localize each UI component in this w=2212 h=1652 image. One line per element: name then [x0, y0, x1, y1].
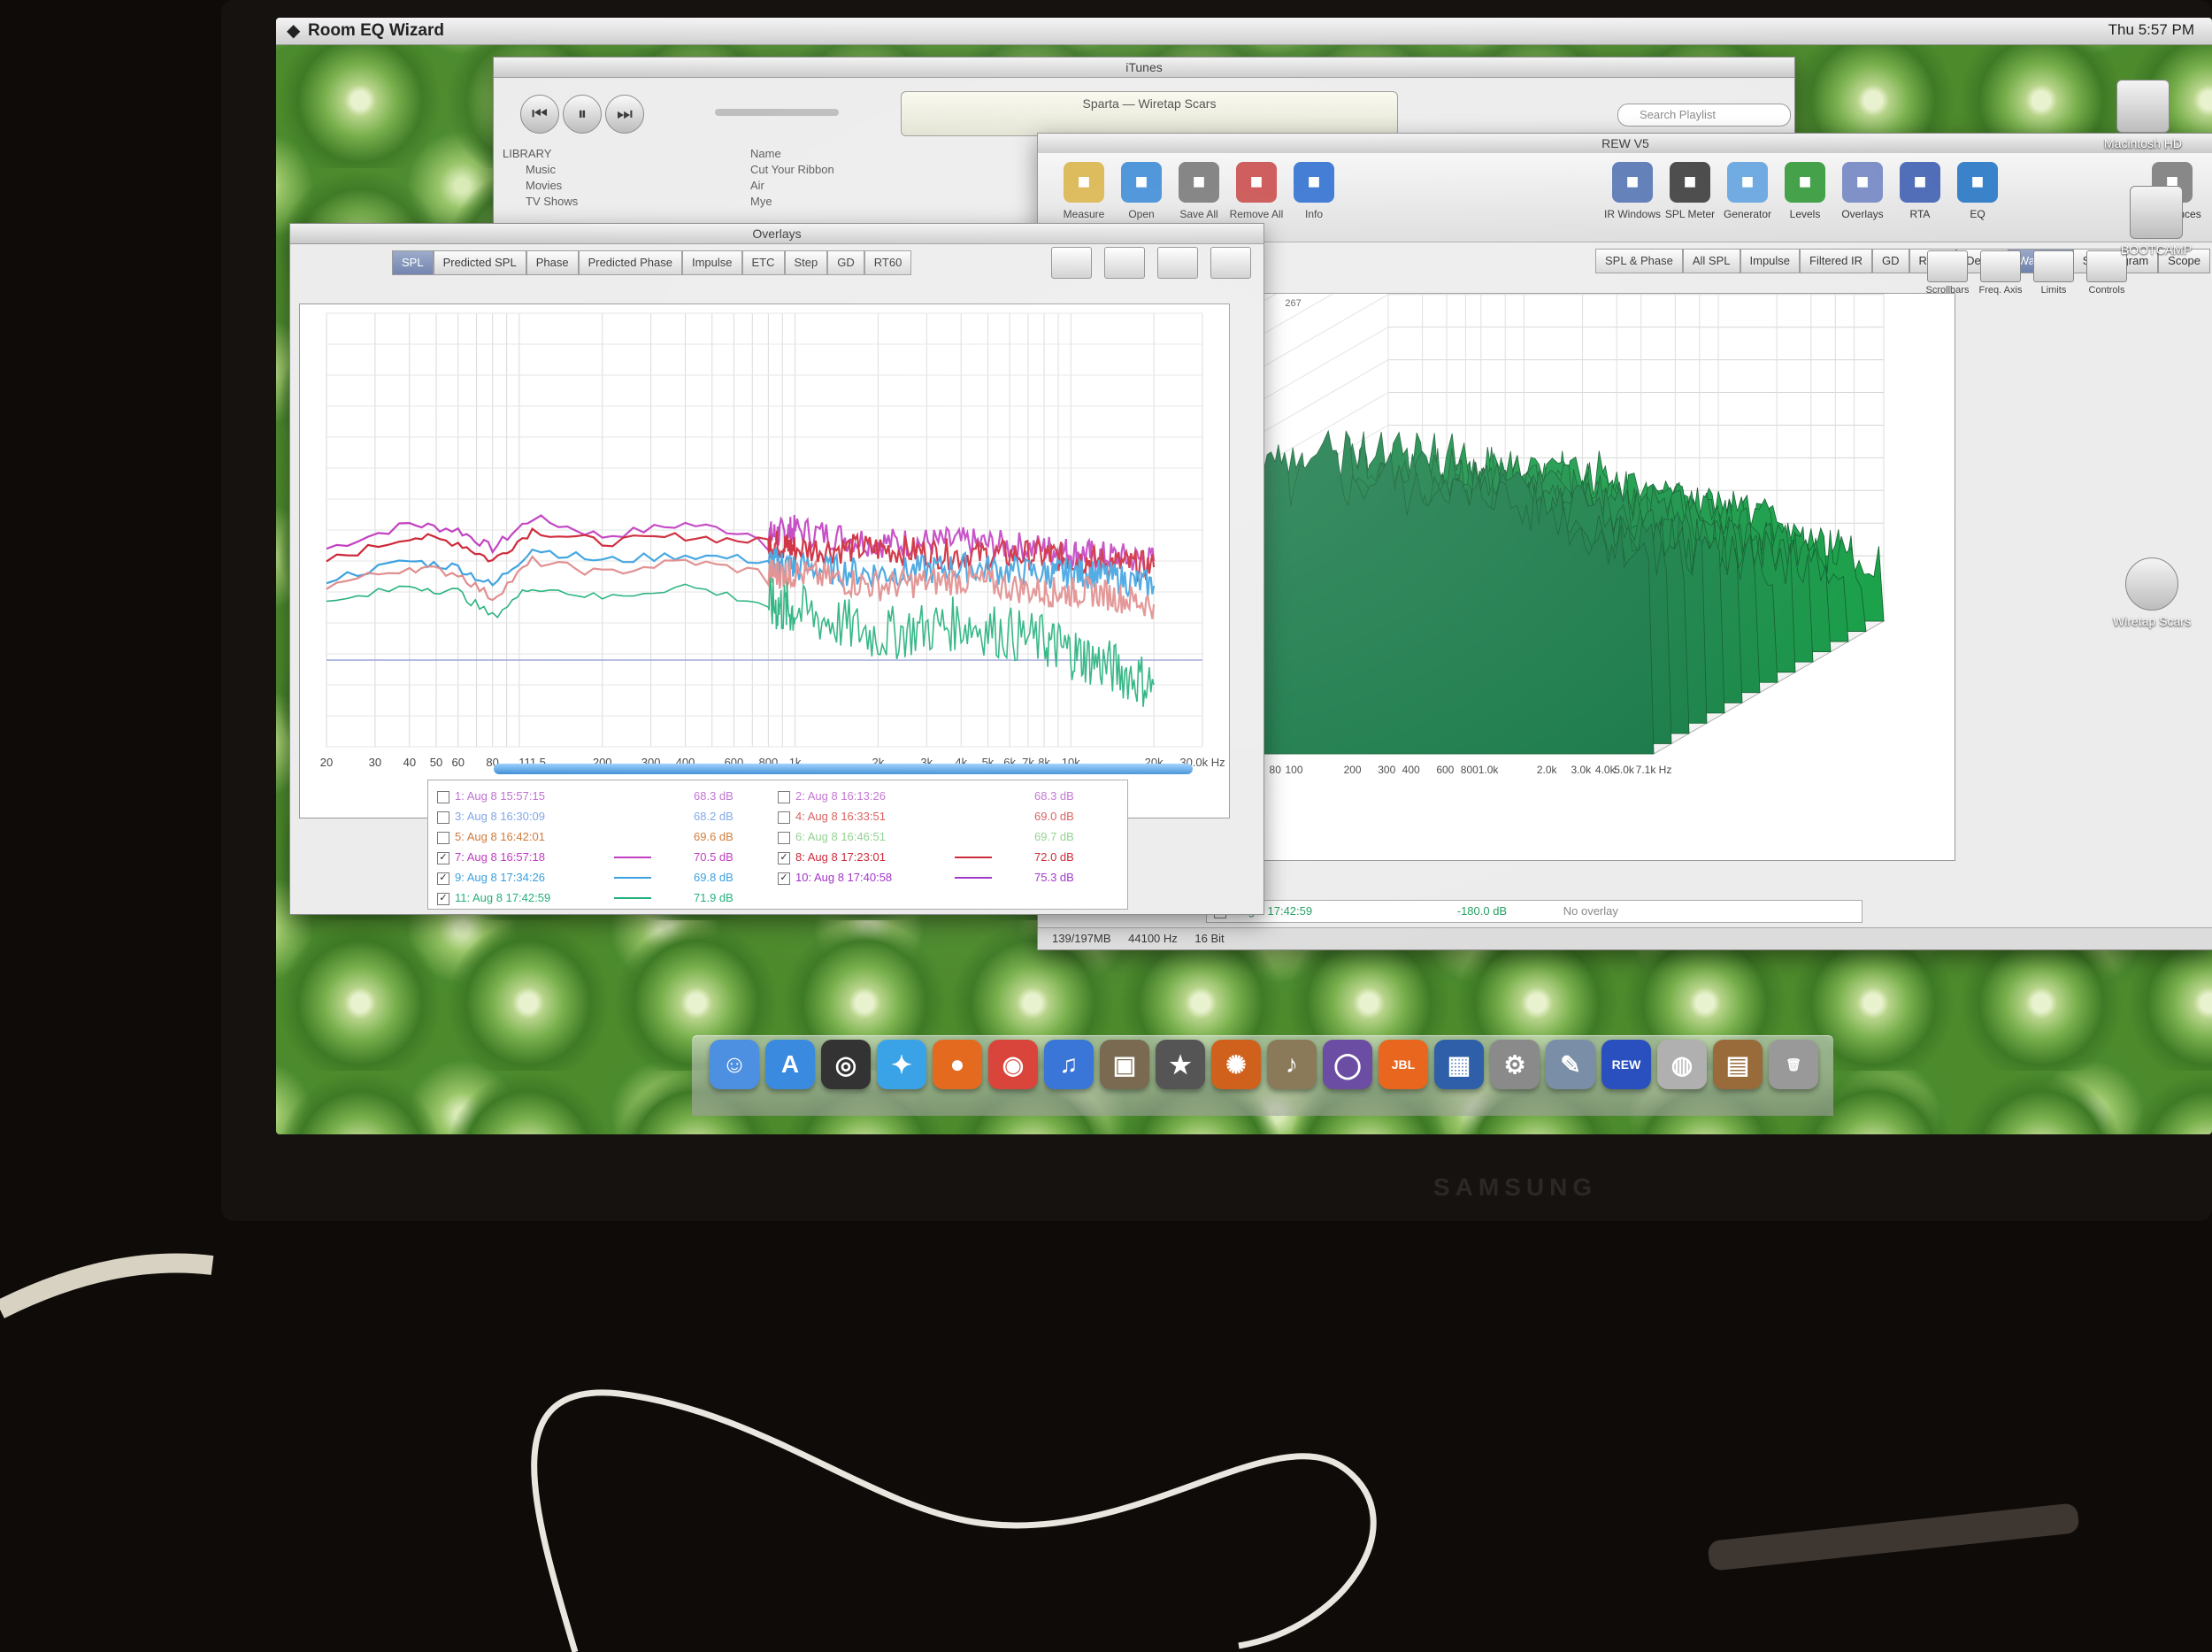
photo-scene: SAMSUNG ◆ Room EQ Wizard Thu 5:57 PM iTu…: [0, 0, 2212, 1652]
white-cable: [0, 1253, 2079, 1652]
